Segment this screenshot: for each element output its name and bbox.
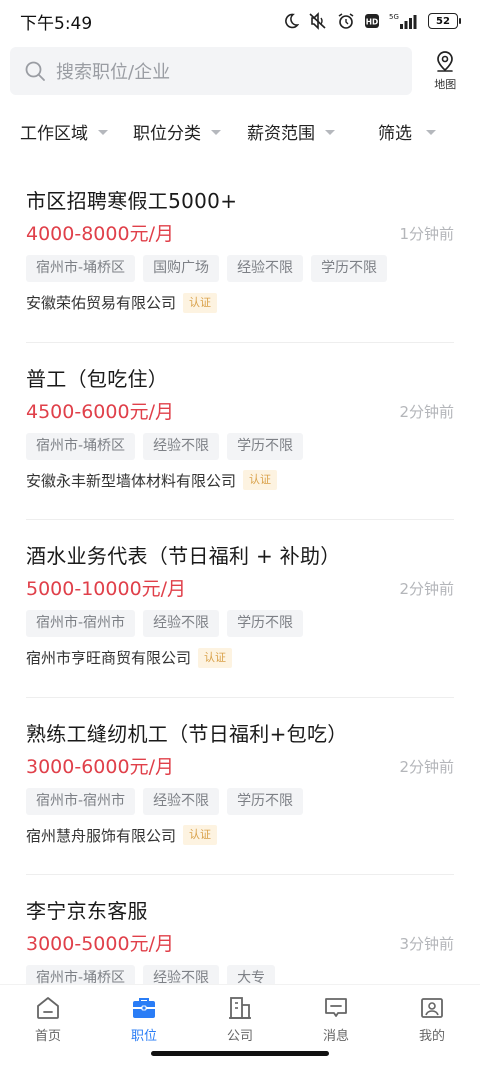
job-post-time: 2分钟前 (399, 580, 454, 598)
screen: 下午5:49 HD 5G 52 搜索职位/企业 地图 工作区域 职位分类 薪资范… (0, 0, 480, 1067)
job-card[interactable]: 酒水业务代表（节日福利 + 补助） 5000-10000元/月 2分钟前 宿州市… (26, 520, 454, 698)
home-indicator[interactable] (151, 1051, 329, 1056)
job-tag: 经验不限 (143, 610, 220, 637)
job-list: 市区招聘寒假工5000+ 4000-8000元/月 1分钟前 宿州市-埇桥区 国… (0, 165, 480, 1053)
network-label: 5G (389, 13, 399, 21)
nav-label: 消息 (322, 1029, 349, 1044)
caret-down-icon (211, 129, 221, 135)
job-title: 熟练工缝纫机工（节日福利+包吃） (26, 721, 348, 746)
battery-level: 52 (436, 15, 450, 27)
search-placeholder: 搜索职位/企业 (56, 62, 171, 83)
status-bar: 下午5:49 HD 5G 52 (0, 0, 480, 42)
company-row: 宿州市亨旺商贸有限公司 认证 (26, 647, 233, 668)
profile-icon (419, 995, 445, 1021)
job-tags: 宿州市-埇桥区 经验不限 学历不限 (26, 432, 304, 460)
verified-badge: 认证 (183, 825, 218, 845)
filter-label: 筛选 (378, 123, 412, 144)
job-tag: 经验不限 (143, 432, 220, 460)
nav-label: 职位 (130, 1029, 157, 1044)
moon-icon (283, 13, 299, 29)
nav-profile[interactable]: 我的 (392, 995, 472, 1067)
job-salary: 5000-10000元/月 (26, 578, 187, 600)
job-tag: 宿州市-埇桥区 (26, 255, 136, 282)
job-tag: 国购广场 (143, 255, 220, 282)
hd-icon: HD (364, 13, 380, 29)
nav-label: 公司 (226, 1029, 253, 1044)
filter-label: 薪资范围 (247, 123, 315, 144)
job-tag: 学历不限 (227, 787, 304, 815)
map-button[interactable]: 地图 (420, 50, 470, 92)
caret-down-icon (426, 129, 436, 135)
company-name: 宿州慧舟服饰有限公司 (26, 826, 177, 845)
job-tags: 宿州市-宿州市 经验不限 学历不限 (26, 787, 304, 815)
job-tags: 宿州市-埇桥区 国购广场 经验不限 学历不限 (26, 255, 388, 282)
job-tag: 宿州市-宿州市 (26, 610, 136, 637)
job-card[interactable]: 普工（包吃住） 4500-6000元/月 2分钟前 宿州市-埇桥区 经验不限 学… (26, 343, 454, 520)
filter-row: 工作区域 职位分类 薪资范围 筛选 (0, 112, 480, 150)
svg-text:HD: HD (366, 18, 379, 27)
job-post-time: 2分钟前 (399, 757, 454, 776)
status-icons: HD 5G 52 (283, 12, 461, 30)
caret-down-icon (325, 129, 335, 135)
status-time: 下午5:49 (20, 13, 93, 34)
verified-badge: 认证 (243, 470, 278, 490)
job-tags: 宿州市-宿州市 经验不限 学历不限 (26, 610, 304, 637)
signal-icon: 5G (389, 12, 419, 30)
job-title: 李宁京东客服 (26, 899, 148, 923)
battery-icon: 52 (428, 13, 461, 29)
alarm-icon (337, 12, 355, 30)
location-pin-icon (434, 50, 456, 74)
company-row: 宿州慧舟服饰有限公司 认证 (26, 825, 218, 846)
job-post-time: 3分钟前 (399, 935, 454, 953)
nav-messages[interactable]: 消息 (296, 995, 376, 1067)
filter-more[interactable]: 筛选 (378, 119, 436, 144)
nav-home[interactable]: 首页 (8, 995, 88, 1067)
job-salary: 3000-5000元/月 (26, 933, 174, 955)
job-salary: 3000-6000元/月 (26, 755, 174, 778)
job-tag: 经验不限 (227, 255, 304, 282)
job-salary: 4500-6000元/月 (26, 400, 174, 423)
job-tag: 学历不限 (227, 432, 304, 460)
job-post-time: 2分钟前 (399, 402, 454, 421)
caret-down-icon (98, 129, 108, 135)
job-salary: 4000-8000元/月 (26, 223, 174, 245)
nav-label: 我的 (418, 1029, 445, 1044)
company-name: 宿州市亨旺商贸有限公司 (26, 649, 192, 667)
filter-job-category[interactable]: 职位分类 (133, 119, 247, 144)
nav-company[interactable]: 公司 (200, 995, 280, 1067)
home-icon (35, 995, 61, 1021)
job-card[interactable]: 市区招聘寒假工5000+ 4000-8000元/月 1分钟前 宿州市-埇桥区 国… (26, 165, 454, 343)
job-title: 普工（包吃住） (26, 366, 169, 391)
message-icon (323, 995, 349, 1021)
mute-icon (308, 12, 328, 30)
filter-salary-range[interactable]: 薪资范围 (247, 119, 378, 144)
search-row: 搜索职位/企业 地图 (10, 47, 470, 95)
job-title: 市区招聘寒假工5000+ (26, 189, 238, 213)
search-input[interactable]: 搜索职位/企业 (10, 47, 413, 95)
verified-badge: 认证 (198, 647, 233, 668)
job-tag: 学历不限 (311, 255, 388, 282)
nav-jobs[interactable]: 职位 (104, 995, 184, 1067)
filter-work-area[interactable]: 工作区域 (20, 119, 133, 144)
building-icon (227, 995, 253, 1021)
company-row: 安徽荣佑贸易有限公司 认证 (26, 292, 218, 313)
job-tag: 学历不限 (227, 610, 304, 637)
job-card[interactable]: 熟练工缝纫机工（节日福利+包吃） 3000-6000元/月 2分钟前 宿州市-宿… (26, 698, 454, 875)
company-row: 安徽永丰新型墙体材料有限公司 认证 (26, 470, 278, 491)
nav-label: 首页 (34, 1029, 61, 1044)
job-title: 酒水业务代表（节日福利 + 补助） (26, 544, 341, 568)
briefcase-icon (131, 995, 157, 1021)
job-tag: 经验不限 (143, 787, 220, 815)
company-name: 安徽荣佑贸易有限公司 (26, 294, 177, 312)
filter-label: 职位分类 (133, 123, 201, 144)
job-tag: 宿州市-埇桥区 (26, 432, 136, 460)
job-tag: 宿州市-宿州市 (26, 787, 136, 815)
verified-badge: 认证 (183, 292, 218, 313)
filter-label: 工作区域 (20, 123, 88, 144)
search-icon (24, 60, 46, 82)
company-name: 安徽永丰新型墙体材料有限公司 (26, 471, 237, 490)
job-post-time: 1分钟前 (399, 225, 454, 243)
map-label: 地图 (434, 78, 457, 91)
